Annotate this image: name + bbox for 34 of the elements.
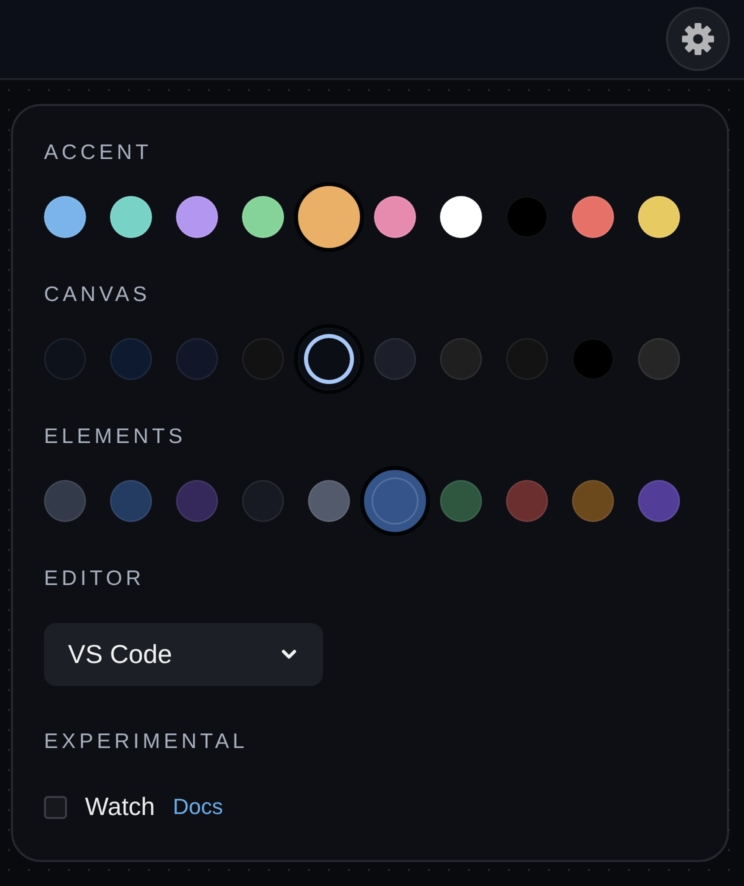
chevron-down-icon: [281, 649, 297, 660]
color-swatch-icon[interactable]: [440, 338, 482, 380]
color-swatch-icon[interactable]: [638, 338, 680, 380]
color-swatch-icon[interactable]: [374, 338, 416, 380]
color-swatch-icon[interactable]: [638, 196, 680, 238]
settings-icon: [682, 23, 714, 55]
editor-select[interactable]: VS Code: [44, 623, 323, 686]
color-swatch-icon[interactable]: [572, 196, 614, 238]
section-heading: CANVAS: [44, 283, 150, 307]
color-swatch-icon[interactable]: [374, 196, 416, 238]
color-swatch-icon[interactable]: [242, 480, 284, 522]
color-swatch-icon[interactable]: [44, 196, 86, 238]
docs-link[interactable]: Docs: [172, 794, 224, 820]
checkbox-label: Watch: [85, 792, 155, 822]
color-swatch-icon[interactable]: [44, 338, 86, 380]
section-heading: ELEMENTS: [44, 425, 186, 449]
color-swatch-icon[interactable]: [176, 338, 218, 380]
color-swatch-icon[interactable]: [110, 196, 152, 238]
color-swatch-icon[interactable]: [44, 480, 86, 522]
color-swatch-icon[interactable]: [308, 480, 350, 522]
color-swatch-icon[interactable]: [110, 480, 152, 522]
color-swatch-icon[interactable]: [440, 196, 482, 238]
color-swatch-icon[interactable]: [110, 338, 152, 380]
section-heading: ACCENT: [44, 141, 152, 165]
color-swatch-icon[interactable]: [572, 480, 614, 522]
color-swatch-icon[interactable]: [176, 480, 218, 522]
section-heading: EDITOR: [44, 567, 145, 591]
color-swatch-icon[interactable]: [176, 196, 218, 238]
section-heading: EXPERIMENTAL: [44, 730, 248, 754]
checkbox[interactable]: [44, 796, 67, 818]
color-swatch-icon[interactable]: [440, 480, 482, 522]
color-swatch-icon[interactable]: [638, 480, 680, 522]
color-swatch-icon[interactable]: [506, 480, 548, 522]
color-swatch-icon[interactable]: [242, 196, 284, 238]
